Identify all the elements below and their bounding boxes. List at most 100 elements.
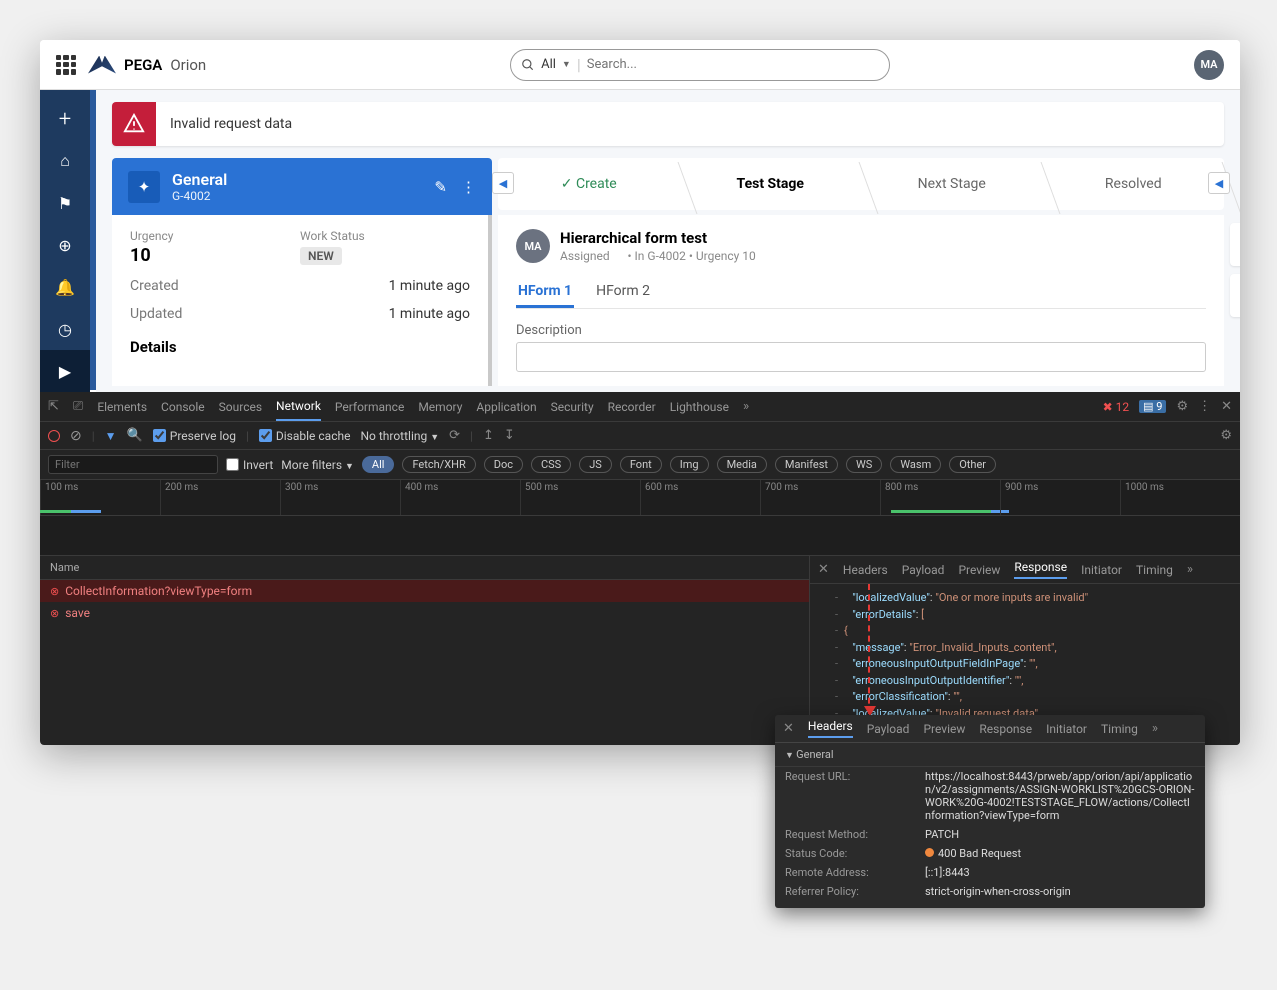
more-icon[interactable]: ⋮ [461, 178, 476, 196]
resp-tab-preview[interactable]: Preview [958, 563, 1000, 577]
pill-media[interactable]: Media [717, 456, 767, 473]
pop-tab-headers[interactable]: Headers [808, 719, 853, 738]
more-tabs-icon[interactable]: » [743, 399, 749, 414]
disable-cache-check[interactable]: Disable cache [259, 429, 351, 443]
dt-tab-elements[interactable]: Elements [97, 400, 147, 414]
upload-icon[interactable]: ↥ [483, 428, 494, 443]
error-dot-icon: ⊗ [50, 585, 59, 598]
net-filter-input[interactable] [48, 455, 218, 474]
pill-other[interactable]: Other [949, 456, 996, 473]
resp-tab-response[interactable]: Response [1014, 560, 1067, 579]
dt-tab-lighthouse[interactable]: Lighthouse [670, 400, 729, 414]
form-status: Assigned [560, 249, 610, 263]
pill-img[interactable]: Img [670, 456, 709, 473]
dt-tab-performance[interactable]: Performance [335, 400, 404, 414]
filter-icon[interactable]: ▼ [105, 429, 117, 443]
clear-icon[interactable]: ⊘ [70, 428, 82, 444]
pill-fetch[interactable]: Fetch/XHR [402, 456, 475, 473]
general-section[interactable]: General [775, 743, 1205, 767]
wifi-icon[interactable]: ⟳ [449, 428, 460, 443]
dt-tab-recorder[interactable]: Recorder [608, 400, 656, 414]
net-settings-icon[interactable]: ⚙ [1220, 428, 1232, 443]
pill-doc[interactable]: Doc [484, 456, 523, 473]
dt-tab-memory[interactable]: Memory [418, 400, 462, 414]
tab-hform1[interactable]: HForm 1 [516, 277, 574, 308]
kebab-icon[interactable]: ⋮ [1198, 399, 1211, 414]
pop-tab-initiator[interactable]: Initiator [1046, 722, 1087, 736]
pill-ws[interactable]: WS [846, 456, 882, 473]
description-field[interactable] [516, 342, 1206, 372]
urgency-label: Urgency [130, 229, 300, 243]
resp-tab-headers[interactable]: Headers [843, 563, 888, 577]
preserve-log-check[interactable]: Preserve log [153, 429, 236, 443]
dt-tab-sources[interactable]: Sources [219, 400, 262, 414]
user-avatar[interactable]: MA [1194, 50, 1224, 80]
pill-font[interactable]: Font [620, 456, 662, 473]
close-icon[interactable]: ✕ [1221, 399, 1232, 414]
nav-flag[interactable]: ⚑ [40, 182, 90, 224]
inspect-icon[interactable]: ⇱ [48, 399, 59, 414]
brand-text: PEGA [124, 56, 162, 74]
dt-tab-application[interactable]: Application [476, 400, 536, 414]
close-response-icon[interactable]: ✕ [818, 562, 829, 577]
stage-create[interactable]: Create [498, 176, 680, 192]
request-row[interactable]: ⊗CollectInformation?viewType=form [40, 580, 809, 602]
annotation-arrow [868, 584, 870, 714]
request-row[interactable]: ⊗save [40, 602, 809, 624]
edit-icon[interactable]: ✎ [434, 178, 447, 196]
nav-play[interactable]: ▶ [40, 350, 90, 392]
close-popout-icon[interactable]: ✕ [783, 721, 794, 736]
stage-resolved[interactable]: Resolved [1043, 176, 1225, 192]
network-timeline[interactable]: 100 ms 200 ms 300 ms 400 ms 500 ms 600 m… [40, 480, 1240, 516]
pill-all[interactable]: All [362, 456, 395, 473]
nav-recents[interactable]: ◷ [40, 308, 90, 350]
pill-js[interactable]: JS [579, 456, 612, 473]
app-name: Orion [170, 56, 206, 74]
record-icon[interactable] [48, 430, 60, 442]
created-value: 1 minute ago [389, 278, 470, 294]
stage-test[interactable]: Test Stage [680, 176, 862, 192]
pop-tab-payload[interactable]: Payload [867, 722, 910, 736]
throttle-select[interactable]: No throttling ▼ [360, 429, 439, 443]
resp-tab-timing[interactable]: Timing [1136, 563, 1173, 577]
dt-tab-network[interactable]: Network [276, 399, 321, 421]
attachments-widget[interactable]: 📎 0 [1230, 223, 1240, 266]
search-net-icon[interactable]: 🔍 [127, 428, 143, 443]
search-scope[interactable]: All [541, 57, 556, 72]
name-column-header[interactable]: Name [40, 556, 809, 580]
tab-hform2[interactable]: HForm 2 [594, 277, 652, 308]
nav-notifications[interactable]: 🔔 [40, 266, 90, 308]
followers-widget[interactable]: 👥 0 [1230, 274, 1240, 317]
warn-count[interactable]: ▤ 9 [1139, 400, 1166, 413]
pop-tab-preview[interactable]: Preview [923, 722, 965, 736]
pop-tab-response[interactable]: Response [979, 722, 1032, 736]
pill-wasm[interactable]: Wasm [890, 456, 941, 473]
resp-tab-initiator[interactable]: Initiator [1081, 563, 1122, 577]
details-heading: Details [130, 338, 470, 356]
dt-tab-console[interactable]: Console [161, 400, 205, 414]
more-resp-icon[interactable]: » [1187, 562, 1193, 577]
global-search[interactable]: All ▼ | [510, 49, 890, 81]
stage-next[interactable]: Next Stage [861, 176, 1043, 192]
invert-check[interactable]: Invert [226, 458, 273, 472]
dt-tab-security[interactable]: Security [551, 400, 594, 414]
pop-more-icon[interactable]: » [1152, 721, 1158, 736]
search-input[interactable] [587, 57, 879, 72]
nav-home[interactable]: ⌂ [40, 140, 90, 182]
collapse-right-icon[interactable]: ◀ [1208, 172, 1230, 194]
nav-create[interactable]: + [40, 98, 90, 140]
download-icon[interactable]: ↧ [504, 428, 515, 443]
app-launcher-icon[interactable] [56, 55, 76, 75]
caret-down-icon: ▼ [562, 59, 571, 70]
nav-search[interactable]: ⊕ [40, 224, 90, 266]
resp-tab-payload[interactable]: Payload [902, 563, 945, 577]
error-count[interactable]: ✖ 12 [1103, 400, 1130, 414]
settings-icon[interactable]: ⚙ [1176, 399, 1188, 414]
more-filters[interactable]: More filters ▼ [281, 458, 354, 472]
urgency-value: 10 [130, 245, 300, 266]
pop-tab-timing[interactable]: Timing [1101, 722, 1138, 736]
device-icon[interactable]: ⎚ [73, 399, 83, 414]
pill-manifest[interactable]: Manifest [775, 456, 838, 473]
pill-css[interactable]: CSS [531, 456, 571, 473]
logo: PEGA Orion [88, 56, 206, 74]
